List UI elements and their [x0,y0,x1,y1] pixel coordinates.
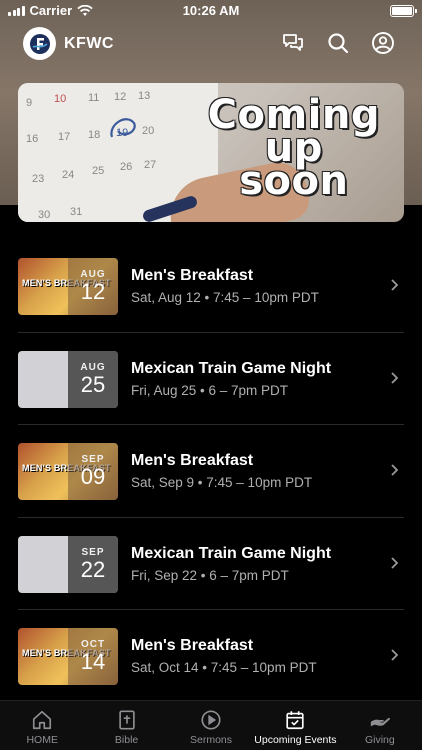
status-time: 10:26 AM [182,3,240,18]
tab-bible[interactable]: Bible [84,701,168,750]
tab-label: Giving [364,734,395,746]
logo-mark-icon [29,33,50,54]
tab-home[interactable]: HOME [0,701,84,750]
date-month: SEP [81,546,105,558]
giving-hand-icon [370,717,390,727]
profile-icon[interactable] [371,31,395,55]
date-day: 25 [80,371,106,397]
event-title: Mexican Train Game Night [131,359,332,377]
search-icon[interactable] [326,31,350,55]
tab-upcoming-events[interactable]: Upcoming Events [253,701,337,750]
date-badge: SEP 09 [68,443,118,500]
event-title: Men's Breakfast [131,452,254,469]
tab-label: HOME [26,734,58,746]
chat-bubbles-icon[interactable] [281,31,305,55]
date-badge: OCT 14 [68,628,118,685]
tab-label: Bible [114,734,139,746]
date-day: 14 [80,649,106,674]
banner-headline: Coming up soon [208,95,380,204]
date-day: 22 [80,556,106,582]
event-thumbnail: MEN'S BREAKFAST SEP 09 [18,443,118,500]
event-title: Mexican Train Game Night [131,544,332,562]
event-datetime: Fri, Sep 22 • 6 – 7pm PDT [131,567,289,583]
chevron-right-icon [391,279,399,291]
event-row[interactable]: AUG 25 Mexican Train Game Night Fri, Aug… [18,333,404,425]
chevron-right-icon [391,371,399,384]
coming-up-soon-banner[interactable]: 9 10 11 12 13 16 17 18 19 20 23 24 25 26… [18,83,404,222]
tab-sermons[interactable]: Sermons [169,701,253,750]
event-datetime: Sat, Oct 14 • 7:45 – 10pm PDT [131,660,317,675]
date-badge: SEP 22 [68,535,118,593]
date-badge: AUG 12 [68,258,118,315]
event-row[interactable]: MEN'S BREAKFAST SEP 09 Men's Breakfast S… [18,425,404,518]
status-bar: Carrier 10:26 AM [0,0,422,22]
tab-label: Upcoming Events [254,734,337,746]
calendar-icon [286,711,305,730]
tab-label: Sermons [190,734,233,746]
chevron-right-icon [391,649,399,661]
battery-icon [390,5,417,17]
bottom-tab-bar: HOME Bible Sermons Upcoming Events Givin… [0,700,422,750]
play-icon [201,710,221,730]
church-logo[interactable] [23,27,56,60]
home-icon [33,710,52,730]
app-title: KFWC [64,35,114,52]
event-title: Men's Breakfast [131,637,254,654]
event-list: MEN'S BREAKFAST AUG 12 Men's Breakfast S… [0,240,422,703]
event-thumbnail: MEN'S BREAKFAST AUG 12 [18,258,118,315]
date-badge: AUG 25 [68,350,118,408]
event-row[interactable]: MEN'S BREAKFAST AUG 12 Men's Breakfast S… [18,240,404,333]
bible-icon [118,710,135,730]
event-thumbnail: SEP 22 [18,535,118,593]
tab-giving[interactable]: Giving [338,701,422,750]
event-row[interactable]: SEP 22 Mexican Train Game Night Fri, Sep… [18,518,404,610]
date-day: 12 [80,279,106,304]
date-day: 09 [80,464,106,489]
banner-line: soon [239,158,349,204]
event-row[interactable]: MEN'S BREAKFAST OCT 14 Men's Breakfast S… [18,610,404,703]
event-title: Men's Breakfast [131,267,254,284]
event-datetime: Fri, Aug 25 • 6 – 7pm PDT [131,382,289,398]
date-month: AUG [80,361,106,373]
event-datetime: Sat, Aug 12 • 7:45 – 10pm PDT [131,290,319,305]
event-thumbnail: AUG 25 [18,350,118,408]
chevron-right-icon [391,464,399,476]
event-datetime: Sat, Sep 9 • 7:45 – 10pm PDT [131,475,313,490]
event-thumbnail: MEN'S BREAKFAST OCT 14 [18,628,118,685]
chevron-right-icon [391,556,399,569]
app-header: KFWC [0,26,422,62]
